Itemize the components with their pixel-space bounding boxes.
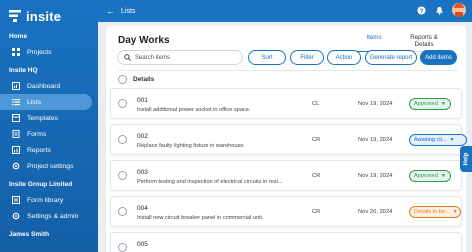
filter-button[interactable]: Filter (290, 50, 324, 65)
section-title-home: Home (9, 33, 28, 40)
add-items-button[interactable]: Add items (420, 50, 457, 65)
sidebar-item-label: Dashboard (27, 82, 61, 90)
sidebar-item-reports[interactable]: Reports (0, 142, 92, 158)
select-all-checkbox[interactable] (118, 74, 127, 84)
status-badge[interactable]: Approved ▼ (409, 170, 451, 182)
item-number: 005 (137, 241, 148, 248)
page-title: Day Works (118, 35, 170, 46)
sidebar-item-templates[interactable]: Templates (0, 110, 92, 126)
search-icon (124, 54, 131, 61)
sort-button[interactable]: Sort (248, 50, 286, 65)
list-item[interactable]: 005 (110, 232, 462, 252)
sidebar-item-label: Settings & admin (27, 212, 79, 220)
item-type: CL (312, 101, 320, 107)
item-number: 003 (137, 169, 148, 176)
sidebar-item-label: Projects (27, 48, 52, 56)
logo-text: insite (26, 8, 62, 24)
dashboard-icon (12, 82, 20, 90)
section-title-user: James Smith (9, 231, 50, 238)
status-badge[interactable]: Awaiting cli... ▼ (409, 134, 467, 146)
tabs: Items Reports & Details (354, 32, 454, 52)
status-badge[interactable]: Approved ▼ (409, 98, 451, 110)
library-icon (12, 196, 20, 204)
item-date: Nov 19, 2024 (358, 101, 393, 107)
list-item[interactable]: 003 Perform testing and inspection of el… (110, 160, 462, 191)
help-label: Help (463, 152, 470, 166)
grid-icon (12, 48, 20, 56)
sidebar-item-forms[interactable]: Forms (0, 126, 92, 142)
section-title-insite-group: Insite Group Limited (9, 181, 73, 188)
item-description: Install new circuit breaker panel in com… (137, 215, 264, 221)
gear-icon (12, 162, 20, 170)
sidebar-item-label: Lists (27, 98, 41, 106)
logo[interactable]: insite (0, 0, 98, 30)
top-bar: ← Lists ? (98, 0, 472, 22)
status-label: Awaiting cli... (414, 137, 447, 143)
sidebar-item-label: Reports (27, 146, 51, 154)
search-placeholder: Search items (135, 54, 171, 61)
sidebar: insite Home Projects Insite HQ Dashboard… (0, 0, 98, 252)
item-number: 004 (137, 205, 148, 212)
sidebar-item-label: Templates (27, 114, 58, 122)
sidebar-item-dashboard[interactable]: Dashboard (0, 78, 92, 94)
details-column-header: Details (133, 75, 155, 83)
help-tab[interactable]: Help (460, 146, 472, 172)
insite-logo-icon (9, 10, 21, 22)
item-description: Perform testing and inspection of electr… (137, 179, 283, 185)
search-input[interactable]: Search items (117, 50, 243, 65)
status-label: Approved (414, 173, 438, 179)
row-checkbox[interactable] (118, 207, 127, 216)
tab-items[interactable]: Items (354, 32, 394, 52)
template-icon (12, 114, 20, 122)
status-label: Details to be... (414, 209, 450, 215)
sidebar-item-label: Form library (27, 196, 64, 204)
chevron-down-icon: ▼ (449, 137, 455, 143)
item-type: CR (312, 173, 321, 179)
status-label: Approved (414, 101, 438, 107)
help-circle-icon[interactable]: ? (416, 5, 426, 15)
avatar[interactable] (452, 3, 466, 17)
svg-text:?: ? (419, 7, 423, 14)
item-type: CR (312, 209, 321, 215)
form-icon (12, 130, 20, 138)
sidebar-item-project-settings[interactable]: Project settings (0, 158, 92, 174)
item-number: 001 (137, 97, 148, 104)
back-arrow-icon[interactable]: ← (106, 6, 115, 16)
sidebar-item-form-library[interactable]: Form library (0, 192, 92, 208)
row-checkbox[interactable] (118, 99, 127, 108)
chevron-down-icon: ▼ (440, 101, 446, 107)
header-title: Lists (121, 7, 136, 15)
row-checkbox[interactable] (118, 171, 127, 180)
bell-icon[interactable] (434, 5, 444, 15)
item-type: CR (312, 137, 321, 143)
list-header: Details (118, 70, 458, 85)
list-item[interactable]: 004 Install new circuit breaker panel in… (110, 196, 462, 227)
item-date: Nov 19, 2024 (358, 173, 393, 179)
list-item[interactable]: 001 Install additional power socket in o… (110, 88, 462, 119)
section-title-insite-hq: Insite HQ (9, 67, 38, 74)
action-button[interactable]: Action (327, 50, 361, 65)
tab-reports-details[interactable]: Reports & Details (394, 32, 454, 52)
item-date: Nov 20, 2024 (358, 209, 393, 215)
item-number: 002 (137, 133, 148, 140)
chevron-down-icon: ▼ (452, 209, 458, 215)
sidebar-item-settings-admin[interactable]: Settings & admin (0, 208, 92, 224)
report-icon (12, 146, 20, 154)
row-checkbox[interactable] (118, 243, 127, 252)
sidebar-item-projects[interactable]: Projects (0, 44, 92, 60)
sidebar-item-label: Forms (27, 130, 47, 138)
generate-report-button[interactable]: Generate report (365, 50, 417, 65)
list-item[interactable]: 002 Replace faulty lighting fixture in w… (110, 124, 467, 155)
item-date: Nov 19, 2024 (358, 137, 393, 143)
sidebar-item-label: Project settings (27, 162, 74, 170)
gear-icon (12, 212, 20, 220)
sidebar-item-lists[interactable]: Lists (0, 94, 92, 110)
row-checkbox[interactable] (118, 135, 127, 144)
main-panel: Day Works Items Reports & Details Search… (106, 26, 467, 252)
list-icon (12, 98, 20, 106)
item-description: Install additional power socket in offic… (137, 107, 251, 113)
item-description: Replace faulty lighting fixture in wareh… (137, 143, 245, 149)
chevron-down-icon: ▼ (440, 173, 446, 179)
status-badge[interactable]: Details to be... ▼ (409, 206, 461, 218)
